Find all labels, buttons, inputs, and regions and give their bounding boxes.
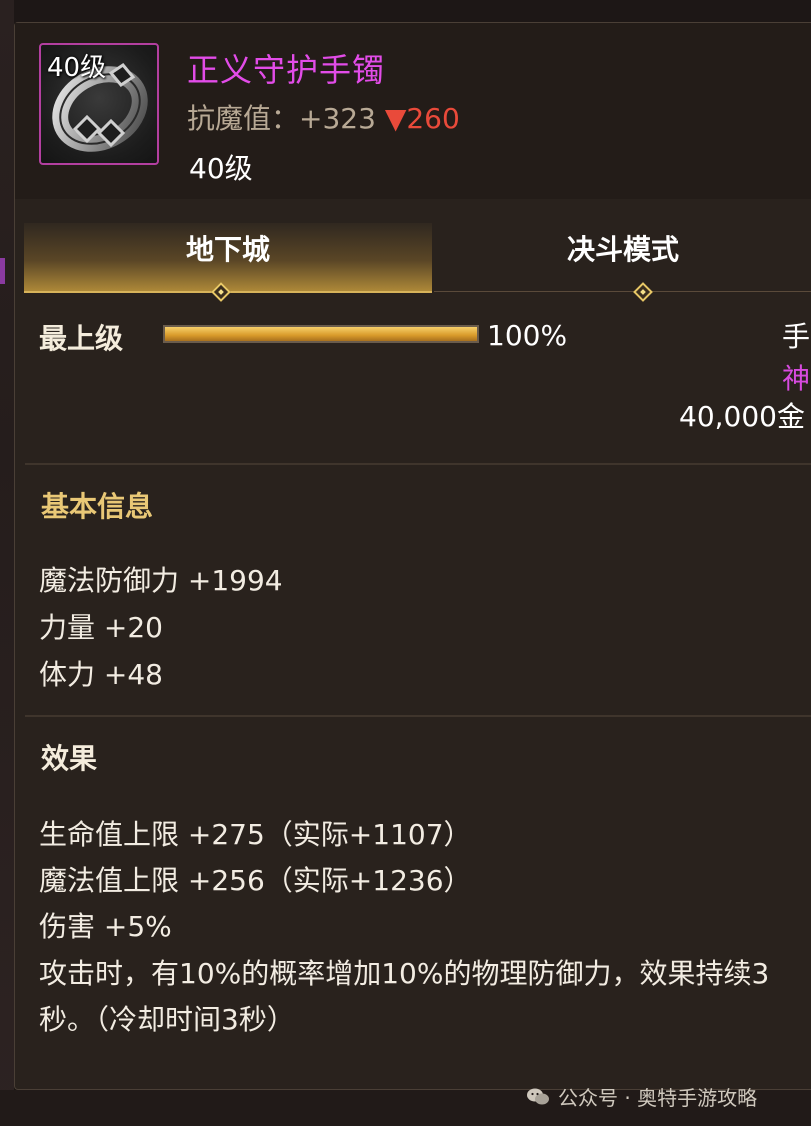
- mode-tabs: 地下城 决斗模式: [24, 223, 811, 302]
- basic-info-line: 魔法防御力 +1994: [39, 564, 283, 597]
- item-level: 40级: [189, 152, 253, 185]
- background-left-strip: [0, 0, 14, 1126]
- item-type-text: 手: [782, 320, 811, 353]
- bracelet-icon[interactable]: 40级: [39, 43, 159, 165]
- grade-progress-bar: [163, 325, 479, 343]
- watermark: 公众号 · 奥特手游攻略: [526, 1082, 757, 1112]
- item-rarity-text: 神: [782, 362, 811, 395]
- stat-label: 抗魔值：: [187, 102, 300, 135]
- diamond-icon: [211, 282, 231, 302]
- icon-level-label: 40级: [47, 53, 107, 83]
- effect-line: 攻击时，有10%的概率增加10%的物理防御力，效果持续3: [39, 957, 770, 990]
- effect-line: 生命值上限 +275（实际+1107）: [39, 818, 472, 851]
- item-price: 40,000金: [679, 400, 805, 433]
- background-accent: [0, 258, 5, 284]
- grade-progress-fill: [165, 327, 477, 341]
- effect-line: 魔法值上限 +256（实际+1236）: [39, 864, 472, 897]
- diamond-icon: [633, 282, 653, 302]
- basic-info-line: 体力 +48: [39, 658, 163, 691]
- stat-diff: ▼260: [384, 102, 460, 135]
- divider: [25, 715, 811, 717]
- magic-resist-stat: 抗魔值：+323 ▼260: [187, 97, 460, 137]
- divider: [25, 463, 811, 465]
- item-tooltip-panel: 40级 正义守护手镯 抗魔值：+323 ▼260 40级 地下城 决斗模式 最上…: [14, 22, 811, 1090]
- effect-line: 伤害 +5%: [39, 910, 172, 943]
- stat-value: +323: [299, 102, 376, 135]
- grade-percent: 100%: [487, 319, 568, 352]
- basic-info-title: 基本信息: [41, 490, 154, 523]
- tab-dungeon[interactable]: 地下城: [24, 223, 432, 302]
- basic-info-line: 力量 +20: [39, 611, 163, 644]
- tab-label: 地下城: [185, 233, 270, 266]
- effect-line: 秒。（冷却时间3秒）: [39, 1003, 295, 1036]
- background-top: [0, 0, 811, 24]
- item-name: 正义守护手镯: [187, 51, 386, 89]
- tab-duel-mode[interactable]: 决斗模式: [434, 223, 811, 302]
- item-header: 40级 正义守护手镯 抗魔值：+323 ▼260 40级: [15, 23, 811, 199]
- tab-label: 决斗模式: [566, 233, 679, 266]
- wechat-icon: [526, 1087, 550, 1112]
- grade-label: 最上级: [39, 322, 124, 355]
- effects-title: 效果: [41, 742, 98, 775]
- watermark-text: 公众号 · 奥特手游攻略: [558, 1086, 758, 1110]
